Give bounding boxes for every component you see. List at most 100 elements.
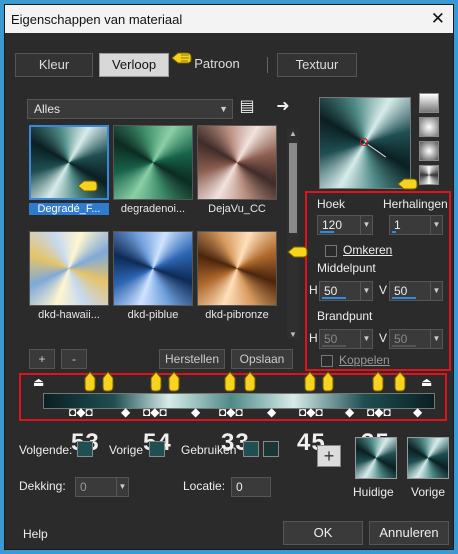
midpoint-marker[interactable]: ◆	[267, 405, 276, 419]
focus-label: Brandpunt	[317, 309, 373, 323]
chevron-down-icon[interactable]: ▼	[360, 330, 372, 348]
chevron-down-icon[interactable]: ▼	[360, 282, 372, 300]
repeats-slider[interactable]	[392, 231, 396, 233]
category-value: Alles	[34, 102, 61, 116]
center-h-letter: H	[309, 283, 318, 297]
midpoint-marker[interactable]: ◆	[191, 405, 200, 419]
pointing-hand-icon	[287, 245, 309, 259]
gradient-thumb-0[interactable]: Degradé_F...	[29, 125, 109, 215]
focus-v-slider[interactable]	[392, 345, 416, 347]
add-button[interactable]: +	[29, 349, 55, 369]
midpoint-marker[interactable]: ◆	[121, 405, 130, 419]
gradient-thumb-3[interactable]: dkd-hawaii...	[29, 231, 109, 321]
reset-button[interactable]: Herstellen	[159, 349, 225, 369]
focus-v-value: 50	[394, 332, 408, 346]
used-color-swatch[interactable]	[243, 441, 259, 457]
category-dropdown[interactable]: Alles ▼	[27, 99, 233, 119]
chevron-down-icon[interactable]: ▼	[430, 330, 442, 348]
opacity-input[interactable]: 0 ▼	[75, 477, 129, 497]
focus-h-value: 50	[324, 332, 338, 346]
color-stop-2[interactable]: ◘◆◘	[143, 405, 167, 419]
color-stop-5[interactable]: ◘◆◘	[367, 405, 391, 419]
close-icon[interactable]: ✕	[431, 9, 445, 29]
arrow-right-icon[interactable]: ➜	[273, 97, 293, 117]
chevron-down-icon[interactable]: ▼	[430, 216, 442, 234]
opacity-marker-start[interactable]: ⏏	[33, 375, 44, 389]
link-label[interactable]: Koppelen	[339, 353, 390, 367]
center-v-input[interactable]: 50 ▼	[389, 281, 443, 301]
cancel-button[interactable]: Annuleren	[369, 521, 449, 545]
tab-textuur[interactable]: Textuur	[277, 53, 357, 77]
gradient-thumb-2[interactable]: DejaVu_CC	[197, 125, 277, 215]
location-value: 0	[236, 480, 243, 494]
chevron-down-icon[interactable]: ▼	[430, 282, 442, 300]
center-v-slider[interactable]	[392, 297, 416, 299]
library-icon[interactable]: ▤	[237, 97, 257, 117]
radial-gradient-icon[interactable]	[419, 141, 439, 161]
gradient-label: degradenoi...	[120, 203, 186, 215]
gradient-thumb-4[interactable]: dkd-piblue	[113, 231, 193, 321]
angle-input[interactable]: 120 ▼	[317, 215, 373, 235]
color-stop-1[interactable]: ◘◆◘	[69, 405, 93, 419]
current-label: Huidige	[353, 485, 394, 499]
opacity-value: 0	[80, 480, 87, 494]
stop-color-swatch[interactable]	[263, 441, 279, 457]
add-to-swatches-button[interactable]: +	[317, 445, 341, 467]
rectangular-gradient-icon[interactable]	[419, 117, 439, 137]
invert-checkbox[interactable]	[325, 245, 337, 257]
scrollbar-thumb[interactable]	[289, 143, 297, 233]
tab-kleur[interactable]: Kleur	[15, 53, 93, 77]
tab-verloop[interactable]: Verloop	[99, 53, 169, 77]
color-stop-4[interactable]: ◘◆◘	[299, 405, 323, 419]
midpoint-marker[interactable]: ◆	[413, 405, 422, 419]
center-h-slider[interactable]	[322, 297, 346, 299]
sunburst-gradient-icon[interactable]	[419, 165, 439, 185]
gradient-label: Degradé_F...	[29, 203, 109, 215]
gradient-thumb-5[interactable]: dkd-pibronze	[197, 231, 277, 321]
chevron-down-icon[interactable]: ▼	[116, 478, 128, 496]
current-material-swatch[interactable]	[355, 437, 397, 479]
center-h-value: 50	[324, 284, 338, 298]
invert-label[interactable]: Omkeren	[343, 243, 392, 257]
save-button[interactable]: Opslaan	[231, 349, 293, 369]
gradient-label: dkd-piblue	[127, 309, 179, 321]
chevron-down-icon: ▼	[219, 104, 228, 114]
previous-material-swatch[interactable]	[407, 437, 449, 479]
pointing-hand-icon	[371, 371, 385, 393]
chevron-down-icon[interactable]: ▼	[360, 216, 372, 234]
gradient-preview	[113, 125, 193, 200]
focus-v-input[interactable]: 50 ▼	[389, 329, 443, 349]
scroll-up-icon[interactable]: ▲	[287, 129, 299, 138]
opacity-label: Dekking:	[19, 479, 66, 493]
location-input[interactable]: 0	[231, 477, 271, 497]
repeats-value: 1	[394, 218, 401, 232]
pointing-hand-icon	[83, 371, 97, 393]
angle-slider[interactable]	[320, 231, 334, 233]
scroll-down-icon[interactable]: ▼	[287, 330, 299, 339]
focus-h-input[interactable]: 50 ▼	[319, 329, 373, 349]
gradient-list-scrollbar[interactable]: ▲ ▼	[287, 129, 299, 339]
previous-label: Vorige	[411, 485, 446, 499]
ok-button[interactable]: OK	[283, 521, 363, 545]
prev-color-swatch[interactable]	[149, 441, 165, 457]
next-color-swatch[interactable]	[77, 441, 93, 457]
center-h-input[interactable]: 50 ▼	[319, 281, 373, 301]
pointing-hand-icon	[303, 371, 317, 393]
focus-h-slider[interactable]	[322, 345, 346, 347]
pointing-hand-icon	[149, 371, 163, 393]
opacity-marker-end[interactable]: ⏏	[421, 375, 432, 389]
color-stop-3[interactable]: ◘◆◘	[219, 405, 243, 419]
pointing-hand-icon	[171, 51, 193, 65]
gradient-thumb-1[interactable]: degradenoi...	[113, 125, 193, 215]
repeats-label: Herhalingen	[383, 197, 448, 211]
repeats-input[interactable]: 1 ▼	[389, 215, 443, 235]
angle-handle[interactable]	[367, 144, 387, 158]
link-checkbox[interactable]	[321, 355, 333, 367]
midpoint-marker[interactable]: ◆	[345, 405, 354, 419]
gradient-label: dkd-pibronze	[205, 309, 269, 321]
pointing-hand-icon	[167, 371, 181, 393]
linear-gradient-icon[interactable]	[419, 93, 439, 113]
center-v-letter: V	[379, 283, 388, 297]
help-link[interactable]: Help	[23, 527, 48, 541]
remove-button[interactable]: -	[61, 349, 87, 369]
